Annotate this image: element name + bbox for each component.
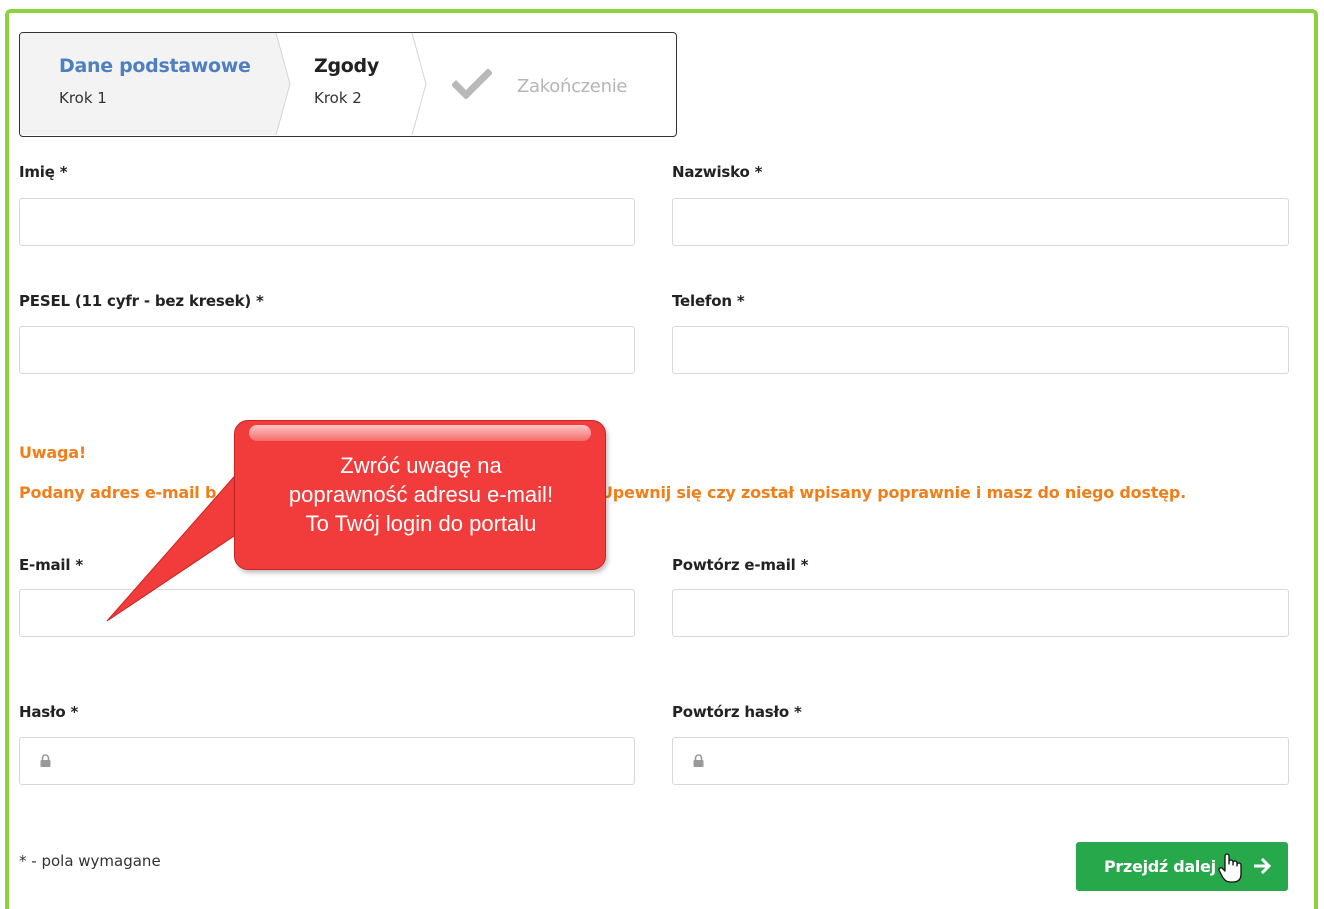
first-name-label: Imię *	[19, 163, 68, 181]
next-button[interactable]: Przejdź dalej	[1076, 842, 1288, 891]
step-2-title[interactable]: Zgody	[314, 55, 379, 77]
arrow-right-icon	[1254, 857, 1272, 875]
last-name-input[interactable]	[672, 198, 1289, 246]
lock-icon	[693, 754, 704, 767]
required-fields-note: * - pola wymagane	[19, 852, 161, 870]
step-1-subtitle: Krok 1	[59, 89, 107, 107]
callout-line-1: Zwróć uwagę na	[340, 453, 502, 478]
callout-bubble: Zwróć uwagę na poprawność adresu e-mail!…	[234, 420, 606, 570]
step-1-title[interactable]: Dane podstawowe	[59, 55, 251, 77]
password-label: Hasło *	[19, 703, 79, 721]
first-name-input[interactable]	[19, 198, 635, 246]
email-repeat-label: Powtórz e-mail *	[672, 556, 809, 574]
warning-text-left: Podany adres e-mail b	[19, 483, 217, 502]
checkmark-icon	[452, 69, 492, 99]
pesel-input[interactable]	[19, 326, 635, 374]
next-button-label: Przejdź dalej	[1104, 857, 1216, 876]
email-repeat-input[interactable]	[672, 589, 1289, 637]
email-label: E-mail *	[19, 556, 83, 574]
callout-line-2: poprawność adresu e-mail!	[288, 482, 554, 507]
wizard-steps: Dane podstawowe Krok 1 Zgody Krok 2 Zako…	[19, 32, 677, 137]
password-input[interactable]	[19, 737, 635, 785]
callout-text: Zwróć uwagę na poprawność adresu e-mail!…	[235, 451, 607, 538]
warning-text-right: Upewnij się czy został wpisany poprawnie…	[600, 483, 1186, 502]
password-repeat-input[interactable]	[672, 737, 1289, 785]
callout-line-3: To Twój login do portalu	[305, 511, 537, 536]
pesel-label: PESEL (11 cyfr - bez kresek) *	[19, 292, 264, 310]
email-input[interactable]	[19, 589, 635, 637]
lock-icon	[40, 754, 51, 767]
warning-title: Uwaga!	[19, 443, 86, 462]
phone-label: Telefon *	[672, 292, 745, 310]
step-3-title[interactable]: Zakończenie	[517, 76, 627, 97]
last-name-label: Nazwisko *	[672, 163, 763, 181]
hand-cursor-icon	[1218, 853, 1242, 883]
phone-input[interactable]	[672, 326, 1289, 374]
step-2-subtitle: Krok 2	[314, 89, 362, 107]
password-repeat-label: Powtórz hasło *	[672, 703, 802, 721]
callout-shine	[249, 425, 591, 441]
